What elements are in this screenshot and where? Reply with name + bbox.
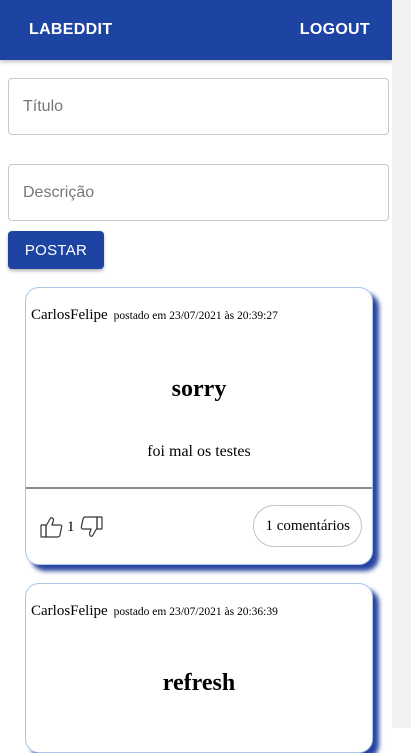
thumbs-up-icon[interactable] [40,516,64,538]
app-header: LABEDDIT LOGOUT [0,0,392,60]
post-username: CarlosFelipe [31,307,108,323]
description-input[interactable] [9,165,388,220]
post-title: refresh [162,670,236,696]
comments-button[interactable]: 1 comentários [253,505,362,547]
post-timestamp: postado em 23/07/2021 às 20:36:39 [113,606,278,618]
brand-logo[interactable]: LABEDDIT [29,21,112,39]
post-card: CarlosFelipe postado em 23/07/2021 às 20… [25,287,373,565]
divider [26,487,372,489]
thumbs-down-icon[interactable] [79,516,103,538]
post-button[interactable]: POSTAR [8,231,104,269]
post-title: sorry [171,376,227,402]
vote-controls: 1 [40,516,103,538]
scrollbar[interactable] [392,0,411,728]
post-header: CarlosFelipe postado em 23/07/2021 às 20… [31,306,278,324]
title-input[interactable] [9,79,388,134]
description-field[interactable] [8,164,389,221]
logout-button[interactable]: LOGOUT [300,21,370,39]
title-field[interactable] [8,78,389,135]
vote-count: 1 [67,518,75,535]
post-timestamp: postado em 23/07/2021 às 20:39:27 [113,310,278,322]
post-header: CarlosFelipe postado em 23/07/2021 às 20… [31,602,278,620]
post-body: foi mal os testes [147,443,251,460]
post-username: CarlosFelipe [31,603,108,619]
